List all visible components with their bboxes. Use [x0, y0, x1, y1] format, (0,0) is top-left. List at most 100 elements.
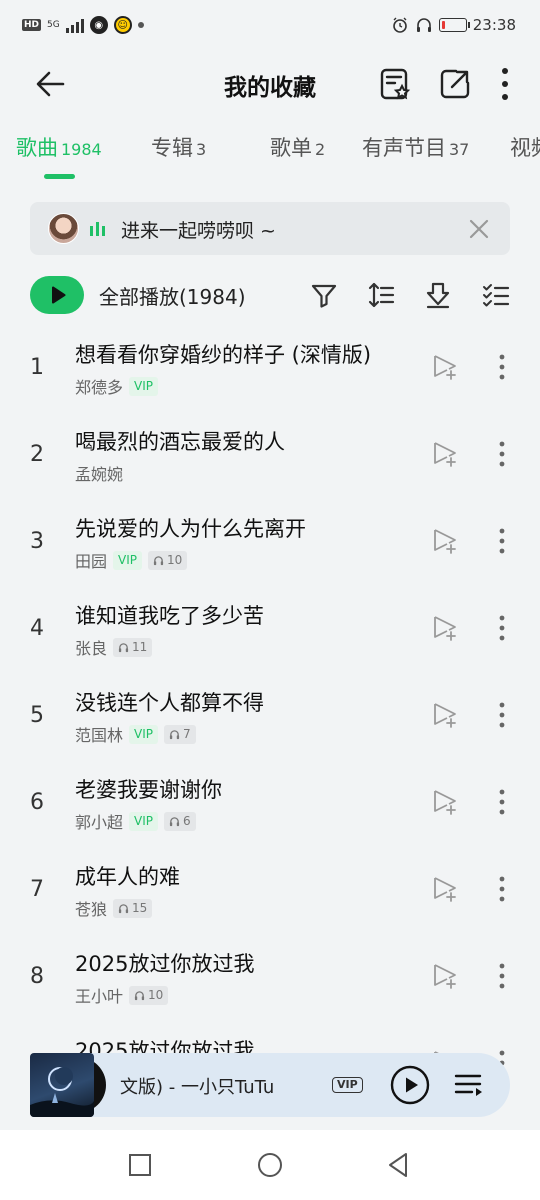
back-button[interactable] — [30, 64, 70, 104]
add-to-playlist-icon — [434, 616, 456, 641]
tab-audio-programs[interactable]: 有声节目 37 — [362, 132, 469, 162]
app-notification-icon-2: ☺ — [113, 16, 132, 34]
song-more-button[interactable] — [490, 439, 514, 469]
battery-icon — [438, 18, 470, 32]
filter-button[interactable] — [309, 280, 339, 310]
song-meta: 孟婉婉 — [75, 461, 123, 485]
chat-banner[interactable]: 进来一起唠唠呗 ~ — [30, 202, 510, 255]
download-icon — [426, 282, 450, 309]
playlist-star-button[interactable] — [375, 64, 415, 104]
song-artist: 郭小超 — [75, 813, 124, 832]
more-vertical-icon — [502, 68, 508, 100]
song-artist: 王小叶 — [75, 987, 124, 1006]
more-vertical-icon — [499, 528, 505, 554]
song-meta: 王小叶 10 — [75, 983, 169, 1007]
headphone-icon — [118, 903, 129, 913]
headphone-icon — [169, 816, 180, 826]
app-header: 我的收藏 — [0, 54, 540, 112]
tab-albums[interactable]: 专辑 3 — [151, 132, 206, 162]
song-index: 2 — [30, 442, 44, 467]
song-row[interactable]: 7 成年人的难 苍狼 15 — [0, 851, 540, 938]
song-index: 3 — [30, 529, 44, 554]
play-all-label[interactable]: 全部播放(1984) — [99, 281, 246, 310]
song-artist: 孟婉婉 — [75, 465, 124, 484]
more-vertical-icon — [499, 963, 505, 989]
song-title: 谁知道我吃了多少苦 — [75, 604, 264, 628]
listen-count: 7 — [183, 726, 191, 741]
mini-play-button[interactable] — [390, 1065, 430, 1105]
active-tab-indicator — [44, 174, 75, 179]
add-to-playlist-button[interactable] — [430, 439, 460, 469]
song-more-button[interactable] — [490, 613, 514, 643]
recents-button[interactable] — [125, 1150, 155, 1180]
song-title: 2025放过你放过我 — [75, 952, 255, 976]
playlist-star-icon — [380, 68, 411, 100]
song-more-button[interactable] — [490, 700, 514, 730]
song-more-button[interactable] — [490, 352, 514, 382]
queue-button[interactable] — [454, 1071, 484, 1099]
song-row[interactable]: 4 谁知道我吃了多少苦 张良 11 — [0, 590, 540, 677]
download-button[interactable] — [423, 280, 453, 310]
signal-icon — [65, 17, 84, 33]
song-meta: 田园 VIP 10 — [75, 548, 188, 572]
vip-badge: VIP — [129, 811, 158, 831]
tab-videos[interactable]: 视频 — [510, 132, 540, 162]
add-to-playlist-button[interactable] — [430, 352, 460, 382]
headphone-icon — [134, 990, 145, 1000]
add-to-playlist-icon — [434, 703, 456, 728]
song-row[interactable]: 5 没钱连个人都算不得 范国林 VIP 7 — [0, 677, 540, 764]
song-row[interactable]: 2 喝最烈的酒忘最爱的人 孟婉婉 — [0, 416, 540, 503]
album-cover[interactable] — [30, 1053, 94, 1117]
home-button[interactable] — [255, 1150, 285, 1180]
clock: 23:38 — [472, 16, 516, 34]
listen-count-badge: 6 — [164, 811, 196, 831]
more-button[interactable] — [485, 64, 525, 104]
play-all-button[interactable] — [30, 276, 84, 314]
tab-playlists[interactable]: 歌单 2 — [270, 132, 325, 162]
filter-icon — [311, 284, 337, 308]
sort-icon — [368, 282, 395, 308]
add-to-playlist-button[interactable] — [430, 700, 460, 730]
add-to-playlist-button[interactable] — [430, 787, 460, 817]
song-index: 6 — [30, 790, 44, 815]
song-row[interactable]: 6 老婆我要谢谢你 郭小超 VIP 6 — [0, 764, 540, 851]
more-vertical-icon — [499, 702, 505, 728]
sort-button[interactable] — [366, 280, 396, 310]
headphone-icon — [153, 555, 164, 565]
song-more-button[interactable] — [490, 961, 514, 991]
song-more-button[interactable] — [490, 787, 514, 817]
banner-close-button[interactable] — [466, 216, 492, 242]
share-button[interactable] — [435, 64, 475, 104]
add-to-playlist-button[interactable] — [430, 526, 460, 556]
song-meta: 郑德多 VIP — [75, 374, 158, 398]
tab-count: 1984 — [61, 140, 102, 159]
vip-badge: VIP — [129, 724, 158, 744]
song-row[interactable]: 3 先说爱的人为什么先离开 田园 VIP 10 — [0, 503, 540, 590]
tab-songs[interactable]: 歌曲 1984 — [16, 132, 102, 162]
song-title: 先说爱的人为什么先离开 — [75, 517, 306, 541]
song-title: 想看看你穿婚纱的样子 (深情版) — [75, 343, 372, 367]
song-index: 5 — [30, 703, 44, 728]
listen-count: 10 — [167, 552, 183, 567]
song-row[interactable]: 8 2025放过你放过我 王小叶 10 — [0, 938, 540, 1025]
multi-select-button[interactable] — [481, 280, 511, 310]
vip-quality-badge[interactable]: VIP — [332, 1077, 363, 1093]
add-to-playlist-button[interactable] — [430, 613, 460, 643]
add-to-playlist-button[interactable] — [430, 874, 460, 904]
song-more-button[interactable] — [490, 874, 514, 904]
listen-count: 10 — [148, 987, 164, 1002]
song-more-button[interactable] — [490, 526, 514, 556]
now-playing-title[interactable]: 文版) - 一小只TuTu — [120, 1073, 320, 1099]
song-row[interactable]: 1 想看看你穿婚纱的样子 (深情版) 郑德多 VIP — [0, 329, 540, 416]
mini-player[interactable]: 文版) - 一小只TuTu VIP — [30, 1053, 510, 1117]
listen-count-badge: 10 — [129, 985, 169, 1005]
song-artist: 张良 — [75, 639, 108, 658]
add-to-playlist-icon — [434, 964, 456, 989]
song-meta: 范国林 VIP 7 — [75, 722, 196, 746]
play-circle-icon — [390, 1065, 430, 1105]
song-meta: 苍狼 15 — [75, 896, 153, 920]
tab-label: 歌单 — [270, 136, 312, 160]
add-to-playlist-button[interactable] — [430, 961, 460, 991]
song-title: 没钱连个人都算不得 — [75, 691, 264, 715]
back-nav-button[interactable] — [383, 1150, 413, 1180]
